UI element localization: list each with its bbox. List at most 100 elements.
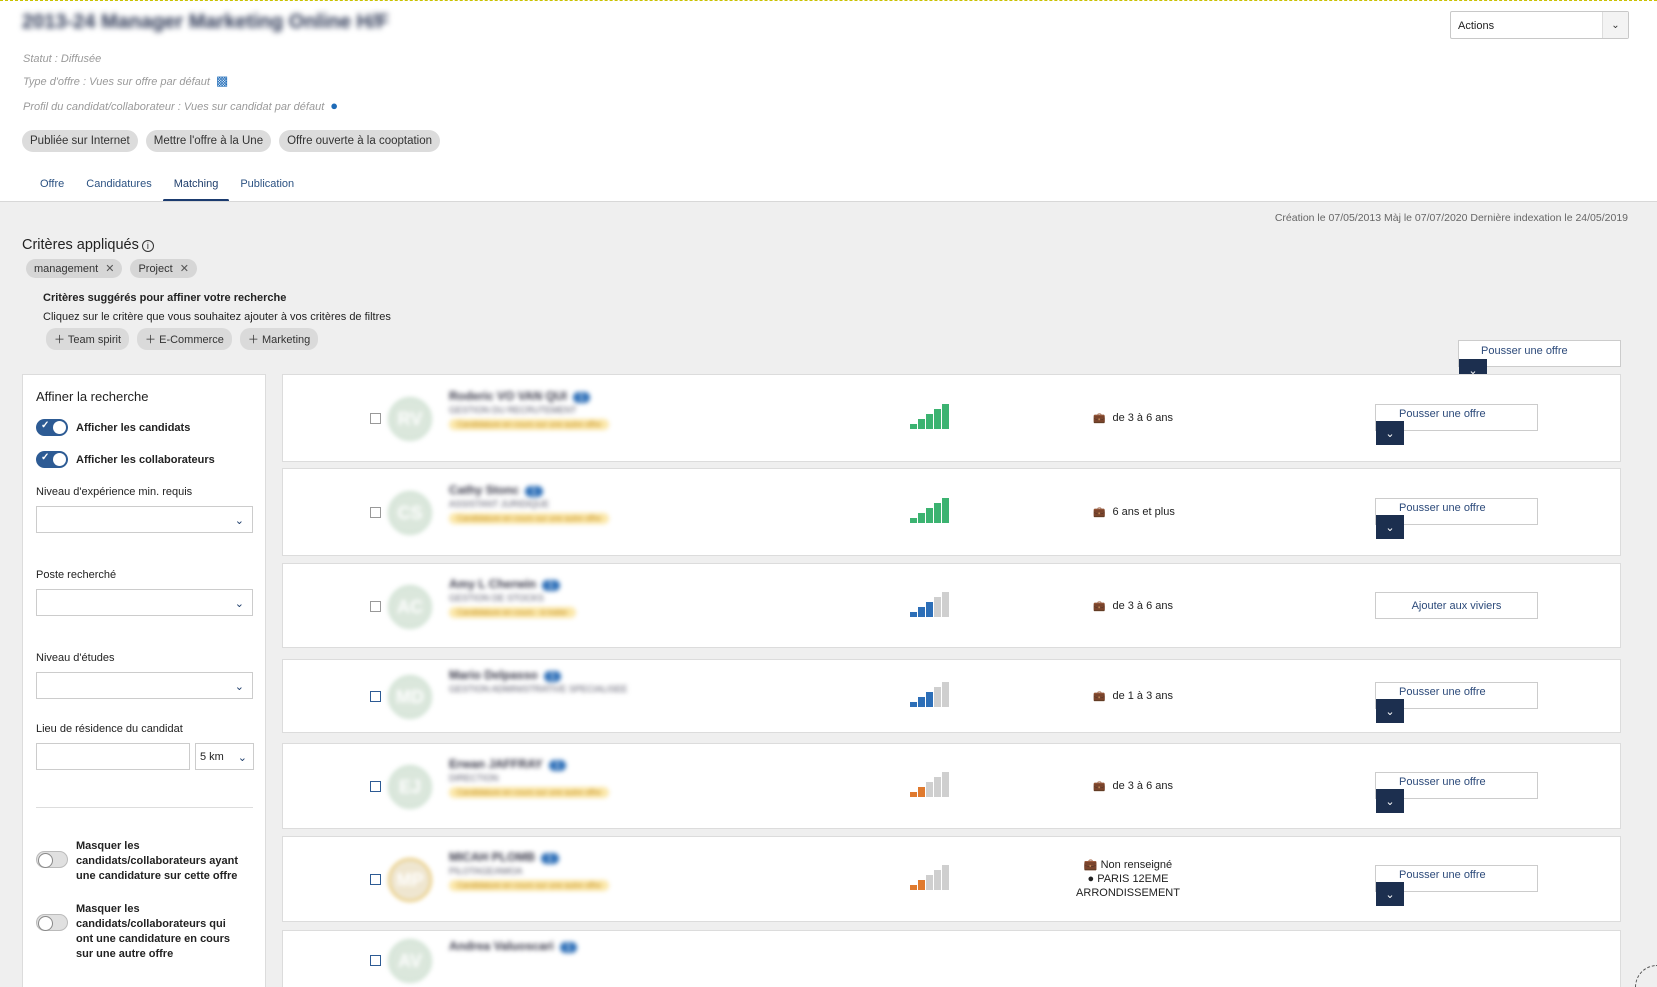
chevron-down-icon[interactable]: ⌄: [1376, 699, 1404, 723]
push-offer-button[interactable]: Pousser une offre ⌄: [1375, 772, 1538, 813]
person-icon[interactable]: ●: [330, 98, 338, 113]
push-offer-button[interactable]: Pousser une offre ⌄: [1375, 498, 1538, 539]
chevron-down-icon[interactable]: ⌄: [1376, 789, 1404, 813]
briefcase-icon: 💼: [1093, 690, 1106, 702]
candidate-name[interactable]: Cathy Stonc: [449, 483, 519, 497]
experience-select[interactable]: ⌄: [36, 506, 253, 533]
location-label: Lieu de résidence du candidat: [36, 723, 183, 735]
avatar: AV: [388, 939, 432, 983]
remove-icon[interactable]: ✕: [180, 263, 189, 275]
avatar: CS: [388, 491, 432, 535]
filter-divider: [36, 807, 253, 808]
candidate-name[interactable]: Roderic VO VAN QUI: [449, 389, 567, 403]
candidate-card[interactable]: AV Andrea Valuoscari 1: [282, 930, 1621, 987]
select-checkbox[interactable]: [370, 507, 381, 518]
score-bar: [910, 702, 917, 707]
experience-value: Non renseigné: [1100, 859, 1173, 871]
tab-matching[interactable]: Matching: [162, 171, 230, 202]
applied-chip: Project ✕: [130, 259, 197, 278]
score-bar: [942, 865, 949, 890]
push-offer-button[interactable]: Pousser une offre ⌄: [1375, 404, 1538, 445]
chip-published[interactable]: Publiée sur Internet: [22, 130, 138, 152]
select-checkbox[interactable]: [370, 874, 381, 885]
mask-other-toggle[interactable]: [36, 914, 68, 931]
resize-handle[interactable]: [1635, 965, 1657, 987]
application-count: 1: [559, 942, 578, 953]
score-bar: [910, 518, 917, 523]
briefcase-icon: 💼: [1093, 780, 1106, 792]
application-count: 1: [548, 760, 567, 771]
score-bar: [934, 503, 941, 523]
score-bar: [942, 772, 949, 797]
position-select[interactable]: ⌄: [36, 589, 253, 616]
score-bar: [942, 682, 949, 707]
chevron-down-icon: ⌄: [234, 598, 244, 610]
application-count: 1: [525, 486, 543, 497]
actions-dropdown[interactable]: Actions ⌄: [1450, 11, 1629, 39]
show-collaborators-toggle[interactable]: ✓: [36, 451, 68, 468]
status-badge: Candidature en cours sur une autre offre: [449, 513, 609, 524]
distance-select[interactable]: 5 km ⌄: [195, 743, 254, 770]
chevron-down-icon: ⌄: [1602, 12, 1628, 38]
candidate-card[interactable]: CS Cathy Stonc 1 ASSISTANT JURIDIQUE Cand…: [282, 468, 1621, 556]
score-bar: [934, 409, 941, 429]
select-checkbox[interactable]: [370, 413, 381, 424]
candidate-name[interactable]: Erwan JAFFRAY: [449, 757, 543, 771]
candidate-card[interactable]: MP MICAH PLOMB 1 PILOTAGE/AMOA Candidatur…: [282, 836, 1621, 922]
chevron-down-icon[interactable]: ⌄: [1376, 421, 1404, 445]
suggested-chip[interactable]: ＋ E-Commerce: [137, 328, 232, 350]
push-offer-button[interactable]: Pousser une offre ⌄: [1375, 682, 1538, 723]
select-checkbox[interactable]: [370, 691, 381, 702]
candidate-name[interactable]: Mario Delpasso: [449, 668, 538, 682]
score-bar: [910, 612, 917, 617]
select-checkbox[interactable]: [370, 601, 381, 612]
candidate-name[interactable]: Andrea Valuoscari: [449, 939, 554, 953]
applied-criteria: management ✕ Project ✕: [26, 259, 197, 278]
suggested-chip[interactable]: ＋ Team spirit: [46, 328, 130, 350]
bulk-push-offer-button[interactable]: Pousser une offre ⌄: [1458, 340, 1621, 381]
push-offer-button[interactable]: Pousser une offre ⌄: [1375, 865, 1538, 906]
score-bar: [934, 870, 941, 890]
info-icon[interactable]: i: [141, 240, 154, 252]
score-bar: [918, 697, 925, 707]
show-candidates-toggle[interactable]: ✓: [36, 419, 68, 436]
candidate-card[interactable]: AC Amy L Cherwin 1 GESTION DE STOCKS Cand…: [282, 563, 1621, 648]
remove-icon[interactable]: ✕: [105, 263, 114, 275]
briefcase-icon: 💼: [1093, 412, 1106, 424]
candidate-card[interactable]: EJ Erwan JAFFRAY 1 DIRECTION Candidature …: [282, 743, 1621, 829]
suggested-subtitle: Cliquez sur le critère que vous souhaite…: [43, 311, 391, 323]
candidate-card[interactable]: MD Mario Delpasso 1 GESTION ADMINISTRATIV…: [282, 659, 1621, 733]
tab-offre[interactable]: Offre: [29, 171, 75, 200]
match-score: [910, 682, 949, 707]
candidate-profile: Profil du candidat/collaborateur : Vues …: [23, 101, 325, 113]
score-bar: [910, 885, 917, 890]
tab-candidatures[interactable]: Candidatures: [75, 171, 162, 200]
score-bar: [910, 424, 917, 429]
document-icon[interactable]: ▩: [216, 73, 228, 89]
select-checkbox[interactable]: [370, 781, 381, 792]
briefcase-icon: 💼: [1093, 506, 1106, 518]
candidate-card[interactable]: RV Roderic VO VAN QUI 1 GESTION DU RECRUT…: [282, 374, 1621, 462]
add-to-pool-button[interactable]: Ajouter aux viviers: [1375, 592, 1538, 619]
chevron-down-icon[interactable]: ⌄: [1376, 515, 1404, 539]
tab-publication[interactable]: Publication: [229, 171, 305, 200]
candidate-job: PILOTAGE/AMOA: [449, 866, 523, 876]
chevron-down-icon[interactable]: ⌄: [1376, 882, 1404, 906]
score-bar: [918, 787, 925, 797]
mask-applied-toggle[interactable]: [36, 851, 68, 868]
applied-chip: management ✕: [26, 259, 123, 278]
chip-cooptation[interactable]: Offre ouverte à la cooptation: [279, 130, 441, 152]
candidate-name[interactable]: Amy L Cherwin: [449, 577, 536, 591]
score-bar: [926, 875, 933, 890]
candidate-name[interactable]: MICAH PLOMB: [449, 850, 535, 864]
application-count: 1: [542, 580, 560, 591]
avatar: AC: [388, 585, 432, 629]
suggested-chip[interactable]: ＋ Marketing: [239, 328, 319, 350]
location-input[interactable]: [36, 743, 190, 770]
education-select[interactable]: ⌄: [36, 672, 253, 699]
match-score: [910, 772, 949, 797]
briefcase-icon: 💼: [1093, 600, 1106, 612]
select-checkbox[interactable]: [370, 955, 381, 966]
chip-featured[interactable]: Mettre l'offre à la Une: [145, 130, 272, 152]
position-label: Poste recherché: [36, 569, 117, 581]
